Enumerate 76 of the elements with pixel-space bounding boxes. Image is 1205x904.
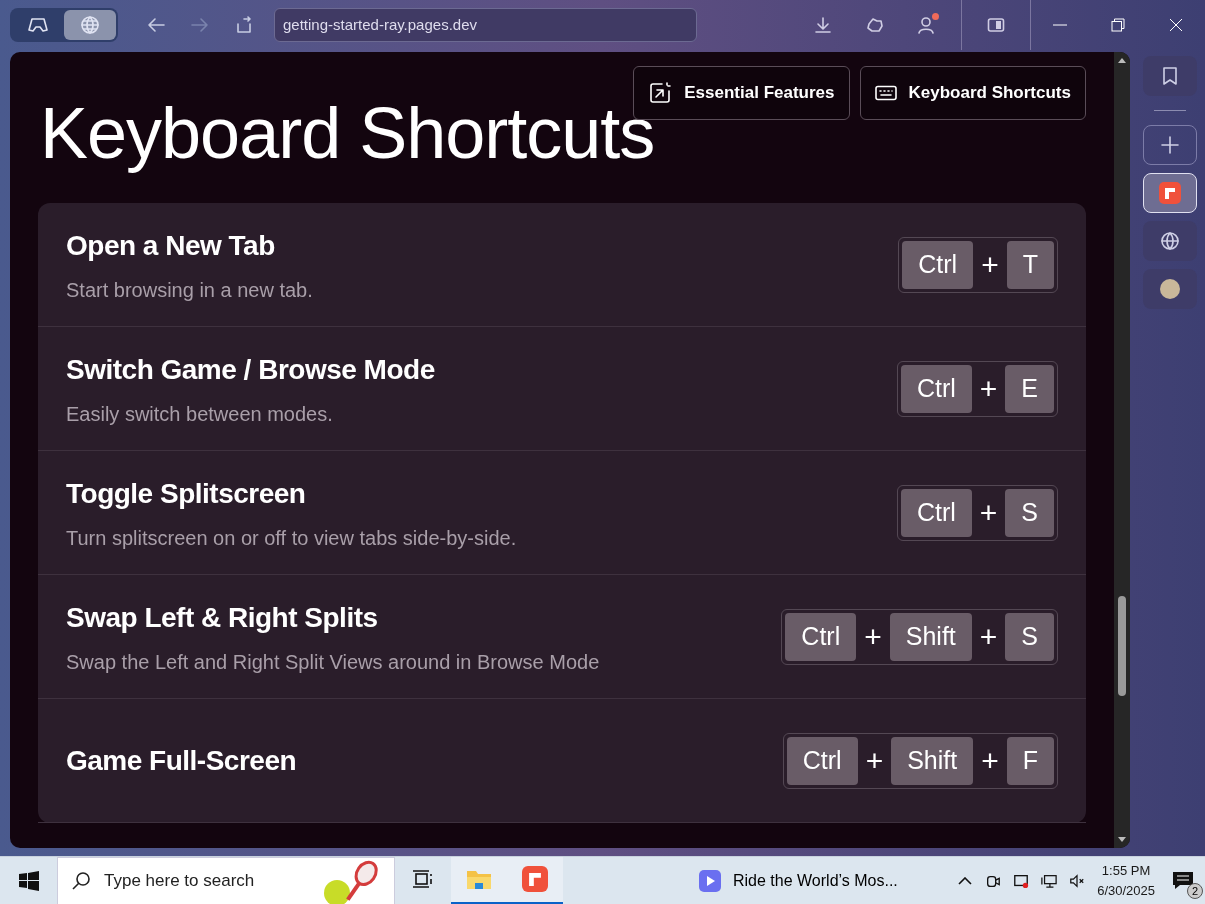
taskbar-search-field[interactable]: Type here to search <box>57 856 395 904</box>
sidebar-toggle-icon <box>987 17 1005 33</box>
plus-sign: + <box>978 371 999 408</box>
notification-count: 2 <box>1187 882 1203 899</box>
taskbar-app-button[interactable] <box>507 856 563 904</box>
media-widget[interactable]: Ride the World’s Mos... <box>693 856 904 904</box>
add-button[interactable] <box>1143 125 1197 165</box>
search-icon <box>71 870 91 891</box>
shortcut-title: Toggle Splitscreen <box>66 476 307 511</box>
chevron-up-icon <box>958 876 973 885</box>
key: E <box>1005 364 1054 413</box>
clock-date: 6/30/2025 <box>1097 881 1155 900</box>
taskbar-app-button[interactable] <box>451 856 507 904</box>
windows-logo-icon <box>18 870 39 891</box>
scroll-down-icon[interactable] <box>1117 836 1127 844</box>
globe-icon <box>80 15 100 35</box>
download-icon <box>814 16 832 34</box>
browse-mode-button[interactable] <box>64 10 116 40</box>
globe-icon <box>1160 231 1180 251</box>
plus-sign: + <box>864 743 885 780</box>
app-icon <box>1159 182 1181 204</box>
forward-arrow-icon <box>191 17 209 33</box>
shortcut-description: Turn splitscreen on or off to view tabs side-by-side. <box>66 525 517 551</box>
key: Ctrl <box>902 240 974 289</box>
key: Ctrl <box>900 364 972 413</box>
avatar-button[interactable] <box>1143 269 1197 309</box>
cursor-sparkle-icon <box>648 81 673 105</box>
scrollbar[interactable] <box>1114 52 1130 848</box>
bookmark-button[interactable] <box>1143 56 1197 96</box>
key: Ctrl <box>900 488 972 537</box>
plus-sign: + <box>978 619 999 656</box>
key: Ctrl <box>785 612 857 661</box>
key: Shift <box>889 612 972 661</box>
clock-time: 1:55 PM <box>1100 862 1152 880</box>
page-nav-button[interactable]: Essential Features <box>633 66 850 120</box>
plus-icon <box>1160 135 1180 155</box>
folder-icon <box>466 868 492 890</box>
shortcut-title: Switch Game / Browse Mode <box>66 352 435 387</box>
play-icon <box>699 869 721 892</box>
key: Shift <box>891 736 974 785</box>
task-view-icon <box>412 869 434 889</box>
restore-icon <box>1111 18 1125 32</box>
key: T <box>1006 240 1054 289</box>
person-icon <box>917 15 937 35</box>
bookmark-icon <box>1162 66 1178 86</box>
reload-icon <box>235 16 253 34</box>
shortcut-title: Game Full-Screen <box>66 743 297 778</box>
shortcut-title: Open a New Tab <box>66 228 276 263</box>
address-bar[interactable]: getting-started-ray.pages.dev <box>274 8 697 42</box>
page-nav-button[interactable]: Keyboard Shortcuts <box>859 66 1086 120</box>
plus-sign: + <box>978 495 999 532</box>
avatar-icon <box>1158 277 1182 301</box>
shortcut-description: Easily switch between modes. <box>66 401 334 427</box>
key: S <box>1005 488 1054 537</box>
back-arrow-icon <box>147 17 165 33</box>
plus-sign: + <box>863 619 883 656</box>
notifications-button[interactable]: 2 <box>1161 860 1205 901</box>
plus-sign: + <box>980 743 1000 780</box>
globe-button[interactable] <box>1143 221 1197 261</box>
keyboard-icon <box>874 85 897 101</box>
key: S <box>1005 612 1054 661</box>
key: F <box>1006 736 1054 785</box>
shortcut-title: Swap Left & Right Splits <box>66 600 379 635</box>
speaker-muted-icon <box>1069 871 1086 890</box>
app-button[interactable] <box>1143 173 1197 213</box>
close-icon <box>1169 18 1183 32</box>
plus-sign: + <box>980 247 1000 284</box>
shortcut-description: Swap the Left and Right Split Views around in Browse Mode <box>66 649 600 675</box>
key: Ctrl <box>786 736 858 785</box>
app-icon <box>522 866 548 892</box>
gamepad-icon <box>27 16 49 34</box>
message-icon <box>1172 870 1194 891</box>
scrollbar-thumb[interactable] <box>1118 596 1126 696</box>
shortcut-description: Start browsing in a new tab. <box>66 277 313 303</box>
scroll-up-icon[interactable] <box>1117 56 1127 64</box>
minimize-icon <box>1053 24 1067 26</box>
